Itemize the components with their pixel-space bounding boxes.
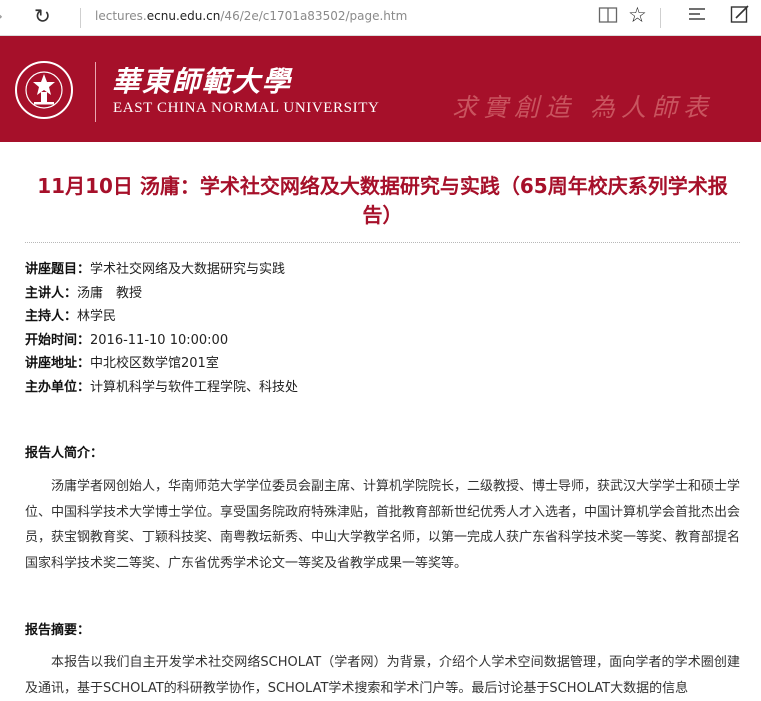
university-chinese-name[interactable]: 華東師範大學	[112, 60, 292, 100]
info-value: 计算机科学与软件工程学院、科技处	[90, 379, 299, 395]
address-bar[interactable]: lectures.ecnu.edu.cn/46/2e/c1701a83502/p…	[95, 9, 407, 23]
site-header-banner: 華東師範大學 EAST CHINA NORMAL UNIVERSITY 求實創造…	[0, 36, 761, 142]
reading-view-icon[interactable]	[598, 6, 618, 24]
title-divider	[25, 242, 740, 243]
info-speaker: 主讲人：汤庸 教授	[25, 282, 740, 306]
toolbar-separator	[80, 8, 81, 28]
info-value: 林学民	[77, 309, 117, 324]
bio-heading: 报告人简介：	[25, 446, 104, 461]
forward-arrow-icon[interactable]: ›	[0, 6, 3, 27]
info-label: 主持人：	[25, 309, 78, 324]
info-label: 讲座地址：	[25, 356, 91, 371]
refresh-icon[interactable]: ↻	[34, 4, 51, 28]
hub-icon[interactable]	[688, 6, 706, 22]
university-english-name[interactable]: EAST CHINA NORMAL UNIVERSITY	[113, 100, 379, 117]
url-path: /46/2e/c1701a83502/page.htm	[220, 9, 408, 23]
page-title: 11月10日 汤庸：学术社交网络及大数据研究与实践（65周年校庆系列学术报告）	[37, 174, 728, 227]
info-label: 主办单位：	[25, 379, 91, 395]
info-topic: 讲座题目：学术社交网络及大数据研究与实践	[25, 258, 740, 282]
info-host: 主持人：林学民	[25, 305, 740, 329]
info-location: 讲座地址：中北校区数学馆201室	[25, 352, 740, 376]
favorite-star-icon[interactable]: ☆	[628, 3, 647, 27]
info-value: 学术社交网络及大数据研究与实践	[90, 262, 286, 277]
header-divider	[95, 62, 96, 122]
info-label: 开始时间：	[25, 332, 91, 348]
info-label: 讲座题目：	[25, 262, 91, 277]
info-value: 中北校区数学馆201室	[90, 356, 219, 371]
info-start-time: 开始时间：2016-11-10 10:00:00	[25, 329, 740, 353]
web-note-icon[interactable]	[730, 4, 750, 24]
university-seal-logo[interactable]	[14, 60, 74, 120]
url-host: ecnu.edu.cn	[146, 9, 221, 23]
browser-toolbar: › ↻ lectures.ecnu.edu.cn/46/2e/c1701a835…	[0, 0, 761, 36]
lecture-info: 讲座题目：学术社交网络及大数据研究与实践 主讲人：汤庸 教授 主持人：林学民 开…	[25, 258, 740, 399]
bio-paragraph: 汤庸学者网创始人，华南师范大学学位委员会副主席、计算机学院院长，二级教授、博士导…	[25, 479, 741, 571]
university-motto: 求實創造 為人師表	[452, 93, 714, 122]
info-value: 汤庸 教授	[77, 285, 143, 301]
abstract-paragraph: 本报告以我们自主开发学术社交网络SCHOLAT（学者网）为背景，介绍个人学术空间…	[25, 655, 740, 696]
info-value: 2016-11-10 10:00:00	[90, 332, 229, 348]
info-label: 主讲人：	[25, 285, 78, 301]
info-organizer: 主办单位：计算机科学与软件工程学院、科技处	[25, 376, 740, 400]
toolbar-separator	[660, 8, 661, 28]
url-prefix: lectures.	[95, 9, 147, 23]
abstract-heading: 报告摘要：	[25, 623, 91, 638]
